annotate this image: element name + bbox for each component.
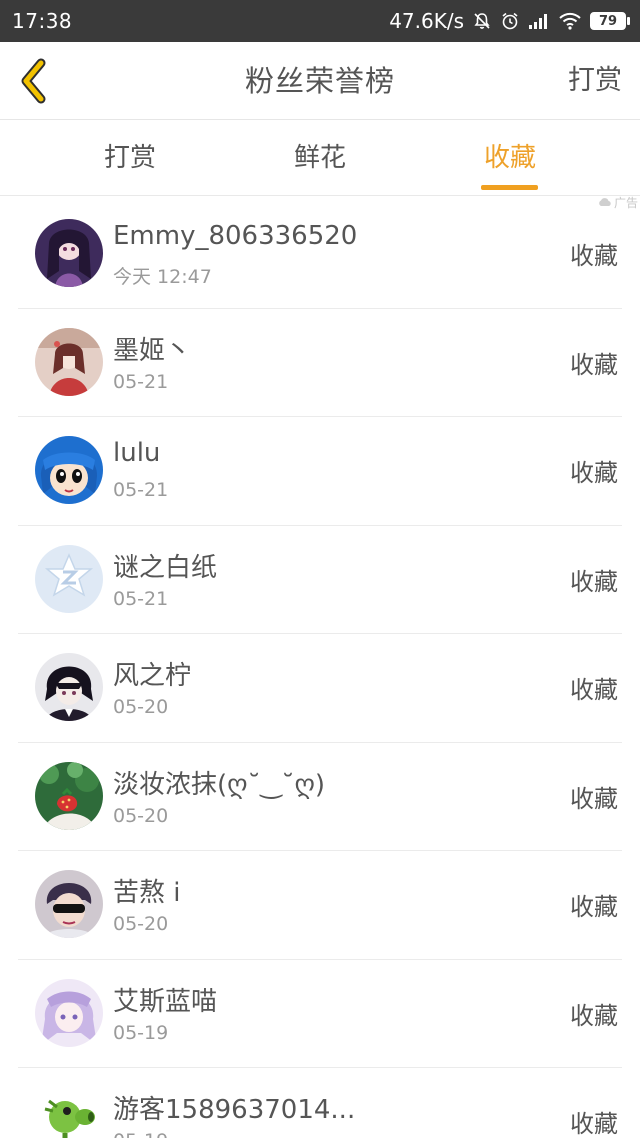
battery-icon: 79 xyxy=(590,12,630,30)
tab-reward[interactable]: 打赏 xyxy=(50,121,210,196)
fan-name: 风之柠 xyxy=(113,661,192,691)
reward-button[interactable]: 打赏 xyxy=(568,42,622,120)
chevron-left-icon xyxy=(21,58,46,104)
fan-action: 收藏 xyxy=(570,242,618,270)
fan-name: lulu xyxy=(113,438,161,468)
fan-action: 收藏 xyxy=(570,567,618,596)
tab-flowers[interactable]: 鲜花 xyxy=(240,121,400,196)
fan-action: 收藏 xyxy=(570,1001,618,1030)
avatar[interactable] xyxy=(35,544,103,613)
list-item[interactable]: 谜之白纸 05-21 收藏 xyxy=(18,526,622,634)
list-item[interactable]: 墨姬丶 05-21 收藏 xyxy=(18,309,622,417)
fan-name: Emmy_806336520 xyxy=(113,221,358,251)
fan-name: 淡妆浓抹(ღ˘‿˘ღ) xyxy=(113,769,326,800)
avatar[interactable] xyxy=(35,327,103,396)
nav-bar: 粉丝荣誉榜 打赏 xyxy=(0,42,640,120)
fan-action: 收藏 xyxy=(570,350,618,379)
fan-date: 05-20 xyxy=(113,696,169,718)
back-button[interactable] xyxy=(14,57,54,105)
avatar[interactable] xyxy=(35,870,103,938)
list-item[interactable]: 游客1589637014... 05-19 收藏 xyxy=(18,1068,622,1138)
wifi-icon xyxy=(558,12,582,30)
mute-bell-icon xyxy=(472,11,492,31)
battery-level: 79 xyxy=(590,12,626,30)
fan-date: 05-20 xyxy=(113,913,169,935)
fan-date: 05-21 xyxy=(113,587,169,610)
fan-date: 今天 12:47 xyxy=(113,266,212,288)
fan-action: 收藏 xyxy=(570,1110,618,1138)
active-tab-indicator xyxy=(481,185,538,190)
avatar[interactable] xyxy=(35,761,103,830)
avatar[interactable] xyxy=(35,1087,103,1138)
tab-bar: 打赏 鲜花 收藏 xyxy=(0,121,640,196)
fan-date: 05-19 xyxy=(113,1130,168,1138)
fan-date: 05-21 xyxy=(113,370,169,393)
list-item[interactable]: lulu 05-21 收藏 xyxy=(18,417,622,526)
list-item[interactable]: 艾斯蓝喵 05-19 收藏 xyxy=(18,960,622,1068)
status-right: 47.6K/s 79 xyxy=(389,9,630,33)
fan-date: 05-20 xyxy=(113,804,169,827)
list-item[interactable]: Emmy_806336520 今天 12:47 收藏 xyxy=(18,200,622,309)
fan-name: 谜之白纸 xyxy=(113,552,218,583)
avatar[interactable] xyxy=(35,219,103,287)
avatar[interactable] xyxy=(35,978,103,1047)
network-speed: 47.6K/s xyxy=(389,9,464,33)
avatar[interactable] xyxy=(35,436,103,504)
alarm-icon xyxy=(500,11,520,31)
list-item[interactable]: 风之柠 05-20 收藏 xyxy=(18,634,622,743)
fan-action: 收藏 xyxy=(570,676,618,704)
status-time: 17:38 xyxy=(12,9,73,33)
fan-list: Emmy_806336520 今天 12:47 收藏 墨姬丶 05-21 收藏 … xyxy=(0,200,640,1138)
avatar[interactable] xyxy=(35,653,103,721)
page-title: 粉丝荣誉榜 xyxy=(244,64,395,98)
list-item[interactable]: 苦熬 i 05-20 收藏 xyxy=(18,851,622,960)
fan-date: 05-19 xyxy=(113,1021,169,1044)
fan-action: 收藏 xyxy=(570,784,618,813)
fan-name: 苦熬 i xyxy=(113,878,181,908)
list-item[interactable]: 淡妆浓抹(ღ˘‿˘ღ) 05-20 收藏 xyxy=(18,743,622,851)
fan-name: 游客1589637014... xyxy=(113,1095,356,1125)
fan-action: 收藏 xyxy=(570,459,618,487)
fan-action: 收藏 xyxy=(570,893,618,921)
signal-icon xyxy=(528,12,550,30)
fan-date: 05-21 xyxy=(113,479,169,501)
fan-name: 艾斯蓝喵 xyxy=(113,986,218,1017)
status-bar: 17:38 47.6K/s 79 xyxy=(0,0,640,42)
fan-name: 墨姬丶 xyxy=(113,335,192,366)
